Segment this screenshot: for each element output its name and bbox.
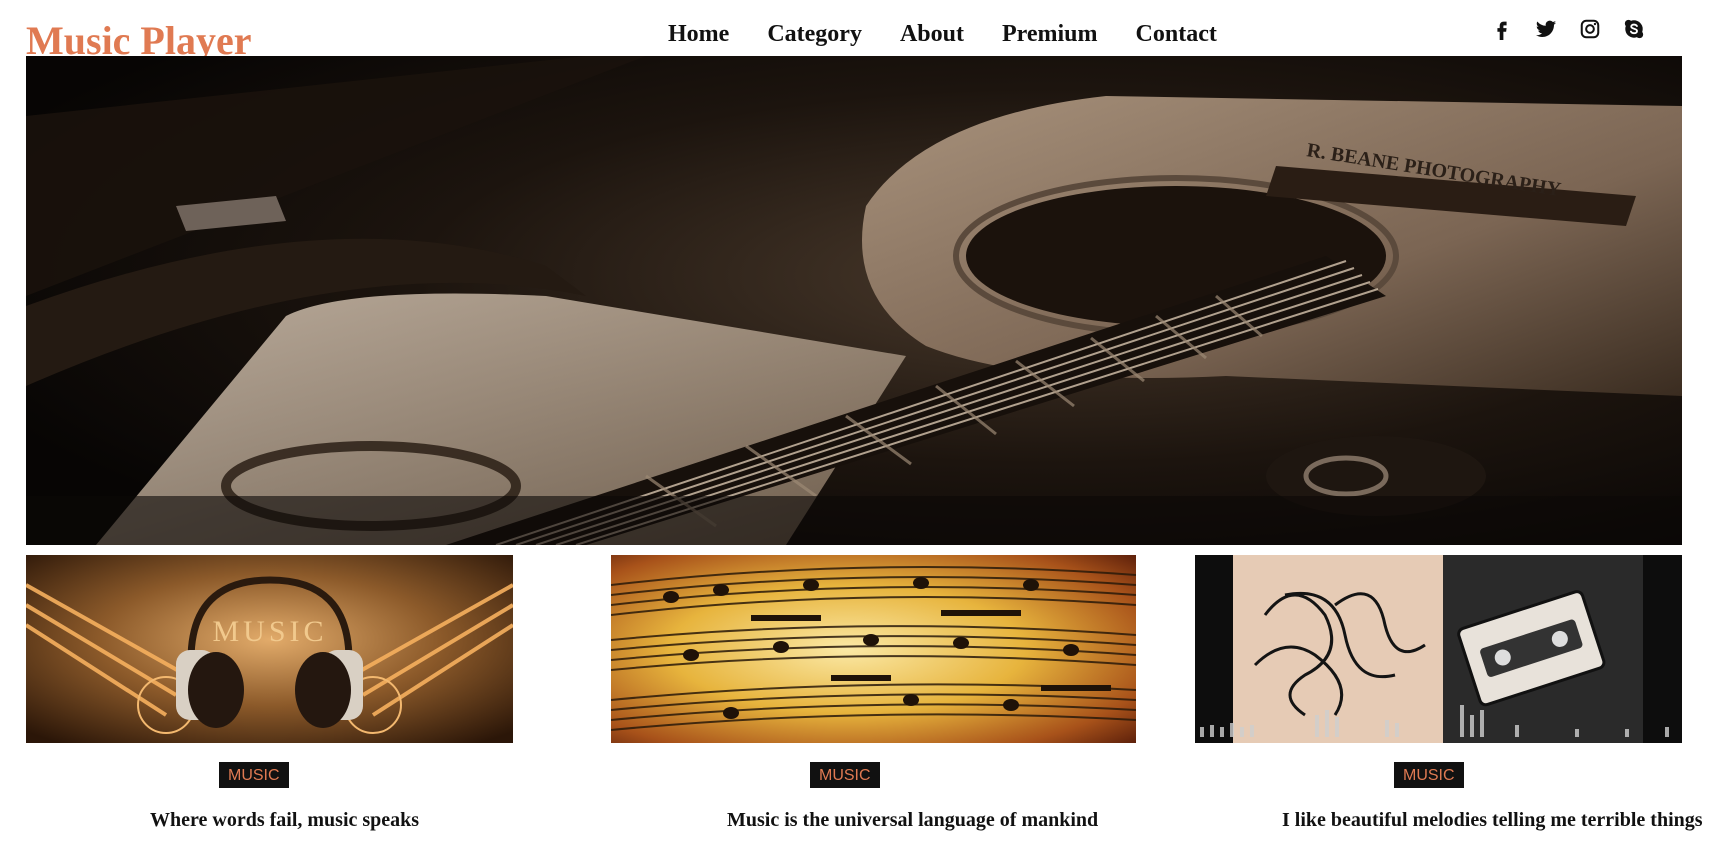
card-image-cassette[interactable]	[1195, 555, 1682, 743]
card-quote[interactable]: Where words fail, music speaks	[150, 806, 419, 834]
facebook-icon[interactable]	[1490, 16, 1514, 42]
category-badge[interactable]: MUSIC	[810, 762, 880, 788]
twitter-icon[interactable]	[1534, 16, 1558, 42]
hero-image: R. BEANE PHOTOGRAPHY	[26, 56, 1682, 545]
social-links	[1490, 16, 1646, 42]
category-badge[interactable]: MUSIC	[1394, 762, 1464, 788]
card-image-headphones[interactable]: MUSIC	[26, 555, 513, 743]
svg-text:MUSIC: MUSIC	[212, 615, 327, 648]
card-quote[interactable]: I like beautiful melodies telling me ter…	[1282, 806, 1703, 834]
page: Music Player Home Category About Premium…	[0, 0, 1717, 857]
acoustic-guitar-photo: R. BEANE PHOTOGRAPHY	[26, 56, 1682, 545]
category-badge[interactable]: MUSIC	[219, 762, 289, 788]
instagram-icon[interactable]	[1578, 16, 1602, 42]
sheet-music-image	[611, 555, 1136, 743]
skype-icon[interactable]	[1622, 16, 1646, 42]
card-image-sheet-music[interactable]	[611, 555, 1136, 743]
headphones-music-image: MUSIC	[26, 555, 513, 743]
nav-premium[interactable]: Premium	[983, 16, 1117, 52]
card-quote[interactable]: Music is the universal language of manki…	[727, 806, 1098, 834]
main-nav: Home Category About Premium Contact	[668, 16, 1236, 52]
cassette-tape-image	[1195, 555, 1682, 743]
nav-about[interactable]: About	[881, 16, 983, 52]
nav-contact[interactable]: Contact	[1117, 16, 1236, 52]
nav-category[interactable]: Category	[748, 16, 881, 52]
nav-home[interactable]: Home	[668, 16, 748, 52]
